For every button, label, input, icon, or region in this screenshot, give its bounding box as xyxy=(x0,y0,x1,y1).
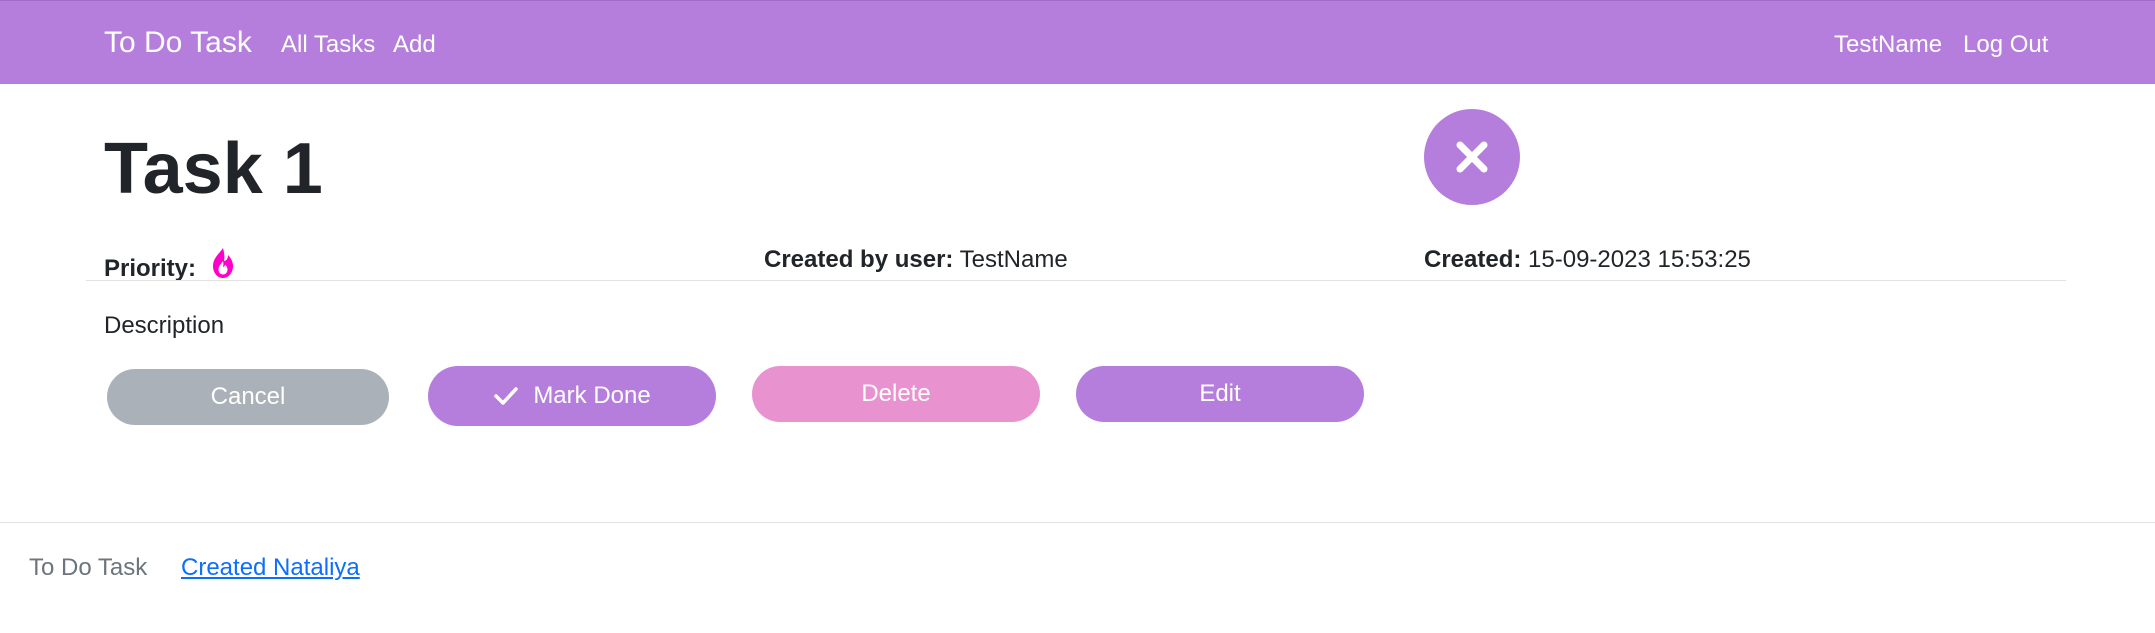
footer-divider xyxy=(0,522,2155,523)
top-navbar: To Do Task All Tasks Add TestName Log Ou… xyxy=(0,0,2155,84)
created-by-field: Created by user: TestName xyxy=(764,246,1068,274)
close-icon xyxy=(1456,141,1488,173)
close-button[interactable] xyxy=(1424,109,1520,205)
cancel-button-label: Cancel xyxy=(210,383,286,410)
footer-brand: To Do Task xyxy=(29,554,148,581)
created-by-value: TestName xyxy=(959,246,1068,273)
nav-username[interactable]: TestName xyxy=(1834,31,1942,59)
delete-button-label: Delete xyxy=(861,380,931,407)
nav-logout[interactable]: Log Out xyxy=(1963,31,2048,59)
created-field: Created: 15-09-2023 15:53:25 xyxy=(1424,246,1751,274)
mark-done-button-label: Mark Done xyxy=(533,382,651,409)
task-description: Description xyxy=(104,312,225,339)
edit-button[interactable]: Edit xyxy=(1076,366,1364,422)
priority-label: Priority: xyxy=(104,255,197,282)
nav-all-tasks[interactable]: All Tasks xyxy=(281,31,375,59)
delete-button[interactable]: Delete xyxy=(752,366,1040,422)
page-title: Task 1 xyxy=(104,129,323,209)
created-label: Created: xyxy=(1424,246,1522,273)
footer-created-link[interactable]: Created Nataliya xyxy=(181,554,360,582)
divider xyxy=(86,280,2066,281)
mark-done-button[interactable]: Mark Done xyxy=(428,366,716,426)
checkmark-icon xyxy=(494,387,519,405)
brand-link[interactable]: To Do Task xyxy=(104,26,252,60)
cancel-button[interactable]: Cancel xyxy=(107,369,389,425)
created-by-label: Created by user: xyxy=(764,246,954,273)
edit-button-label: Edit xyxy=(1199,380,1241,407)
nav-add[interactable]: Add xyxy=(393,31,436,59)
created-value: 15-09-2023 15:53:25 xyxy=(1528,246,1751,273)
